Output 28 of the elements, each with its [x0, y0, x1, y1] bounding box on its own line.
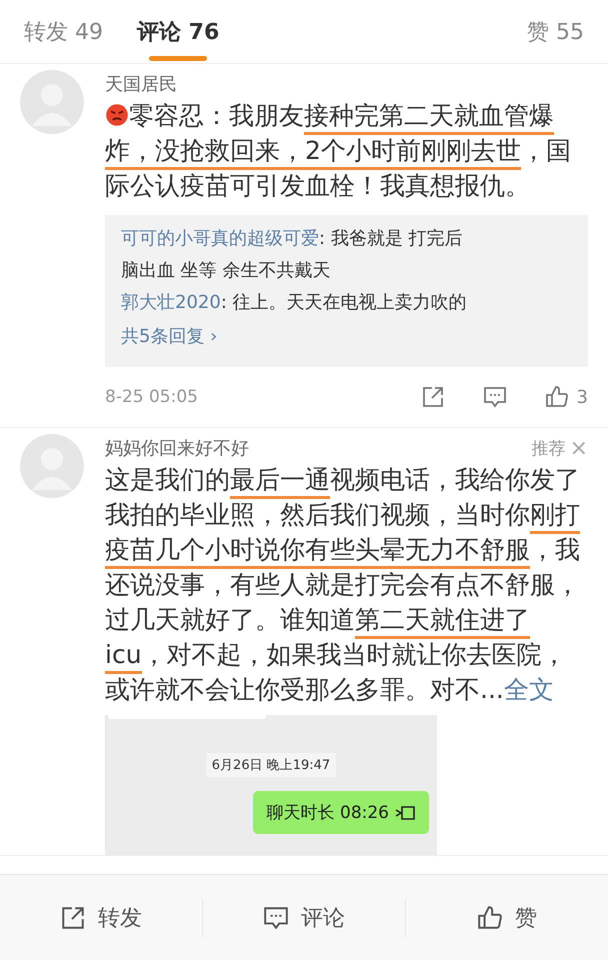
share-icon[interactable]	[420, 385, 445, 409]
comment-text: 这是我们的最后一通视频电话，我给你发了我拍的毕业照，然后我们视频，当时你刚打疫苗几个小时说你有些头晕无力不舒服，我还说没事，有些人就是打完会有点不舒服，过几天就好了。谁知道第二天就住进了icu，对不起，如果我当时就让你去医院，或许就不会让你受那么多罪。对不...全文	[105, 464, 581, 706]
chat-timestamp: 6月26日 晚上19:47	[206, 753, 336, 777]
reply-text: 郭大壮2020: 往上。天天在电视上卖力吹的	[121, 291, 468, 315]
thumbs-up-icon	[477, 904, 503, 930]
like-button[interactable]: 3	[544, 385, 588, 409]
toolbar-button[interactable]: 赞	[406, 898, 608, 938]
reply-username[interactable]: 郭大壮2020	[121, 292, 221, 313]
toolbar-button[interactable]: 转发	[0, 898, 203, 938]
toolbar-button[interactable]: 评论	[203, 898, 406, 938]
video-call-icon	[395, 806, 415, 820]
tab[interactable]: 评论 76	[137, 2, 220, 60]
share-icon	[60, 904, 86, 930]
tab[interactable]: 赞 55	[527, 2, 584, 60]
full-text-link[interactable]: 全文	[504, 675, 554, 704]
reply-username[interactable]: 可可的小哥真的超级可爱	[121, 228, 319, 249]
comment-time: 8-25 05:05	[105, 387, 198, 407]
comment-icon	[263, 904, 289, 930]
comment-icon[interactable]	[482, 385, 507, 409]
reply-text: 可可的小哥真的超级可爱: 我爸就是 打完后脑出血 坐等 余生不共戴天	[121, 227, 464, 283]
angry-emoji-icon	[105, 103, 129, 127]
more-replies-link[interactable]: 共5条回复 ›	[121, 319, 572, 355]
username[interactable]: 天国居民	[105, 72, 177, 96]
call-duration-bubble: 聊天时长 08:26	[252, 791, 429, 834]
tab[interactable]: 转发 49	[24, 2, 103, 60]
username[interactable]: 妈妈你回来好不好	[105, 436, 249, 460]
close-button[interactable]: ×	[566, 436, 588, 460]
recommend-label: 推荐	[532, 438, 566, 460]
